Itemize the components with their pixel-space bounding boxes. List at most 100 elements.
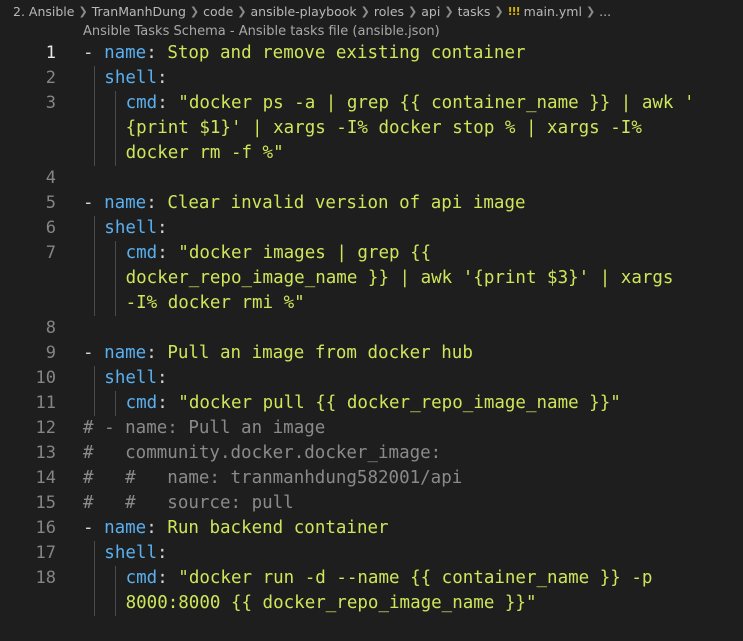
code-line[interactable]: 11 cmd: "docker pull {{ docker_repo_image… [0,391,743,416]
code-line[interactable]: 18 cmd: "docker run -d --name {{ containe… [0,566,743,591]
indent-guide [93,541,95,566]
breadcrumb-item-roles[interactable]: roles [374,4,404,19]
code-line[interactable]: 10 shell: [0,366,743,391]
chevron-right-icon: ❯ [360,4,370,18]
line-number: 3 [45,93,56,113]
indent-guide [93,116,95,141]
line-number: 10 [35,368,56,388]
indent-guide [93,241,95,266]
breadcrumb-item-tasks[interactable]: tasks [458,4,491,19]
code-line[interactable]: 13 # community.docker.docker_image: [0,441,743,466]
line-number: 6 [45,218,56,238]
code-line[interactable]: 8 [0,316,743,341]
indent-guide [114,566,116,591]
indent-guide [93,91,95,116]
line-number: 18 [35,568,56,588]
code-line[interactable]: 2 shell: [0,66,743,91]
indent-guide [93,366,95,391]
indent-guide [93,266,95,291]
code-line[interactable]: docker_repo_image_name }} | awk '{print … [0,266,743,291]
code-text: shell: [104,218,168,238]
code-editor[interactable]: 1 - name: Stop and remove existing contai… [0,41,743,616]
code-text: cmd: "docker ps -a | grep {{ container_n… [125,93,695,113]
indent-guide [93,566,95,591]
line-number: 14 [35,468,56,488]
indent-guide [93,141,95,166]
line-number: 1 [45,43,56,63]
indent-guide [93,591,95,616]
code-line[interactable]: 4 [0,166,743,191]
line-number: 9 [45,343,56,363]
line-number: 17 [35,543,56,563]
line-number: 5 [45,193,56,213]
breadcrumb-item-api[interactable]: api [421,4,440,19]
breadcrumb-item-tranmanhdung[interactable]: TranManhDung [92,4,186,19]
indent-guide [93,216,95,241]
line-number: 13 [35,443,56,463]
code-line[interactable]: 6 shell: [0,216,743,241]
indent-guide [93,391,95,416]
breadcrumb-item-ansible-playbook[interactable]: ansible-playbook [251,4,357,19]
line-number: 16 [35,518,56,538]
code-text: shell: [104,543,168,563]
code-text: # # source: pull [83,493,294,513]
breadcrumb-item-ansible[interactable]: 2. Ansible [13,4,74,19]
indent-guide [114,116,116,141]
chevron-right-icon: ❯ [585,4,596,18]
indent-guide [93,66,95,91]
line-number: 12 [35,418,56,438]
code-line[interactable]: 3 cmd: "docker ps -a | grep {{ container_… [0,91,743,116]
line-number: 11 [35,393,56,413]
chevron-right-icon: ❯ [78,4,88,18]
code-line[interactable]: -I% docker rmi %" [0,291,743,316]
line-number: 8 [45,318,56,338]
code-text: - name: Pull an image from docker hub [83,343,473,363]
line-number: 2 [45,68,56,88]
indent-guide [93,291,95,316]
code-line[interactable]: {print $1}' | xargs -I% docker stop % | … [0,116,743,141]
code-text: shell: [104,68,168,88]
indent-guide [114,591,116,616]
code-text: cmd: "docker pull {{ docker_repo_image_n… [125,393,621,413]
code-line[interactable]: 8000:8000 {{ docker_repo_image_name }}" [0,591,743,616]
schema-codelens[interactable]: Ansible Tasks Schema - Ansible tasks fil… [83,22,440,42]
indent-guide [114,241,116,266]
code-line[interactable]: 7 cmd: "docker images | grep {{ [0,241,743,266]
code-line[interactable]: 1 - name: Stop and remove existing contai… [0,41,743,66]
code-text: docker_repo_image_name }} | awk '{print … [125,268,674,288]
code-line[interactable]: 17 shell: [0,541,743,566]
line-number: 4 [45,168,56,188]
code-line[interactable]: 5 - name: Clear invalid version of api im… [0,191,743,216]
indent-guide [114,291,116,316]
code-line[interactable]: 16 - name: Run backend container [0,516,743,541]
code-text: {print $1}' | xargs -I% docker stop % | … [125,118,642,138]
code-text: 8000:8000 {{ docker_repo_image_name }}" [125,593,537,613]
code-line[interactable]: 15 # # source: pull [0,491,743,516]
yaml-icon: !!! [507,4,521,18]
code-text: cmd: "docker images | grep {{ [125,243,432,263]
breadcrumb-item-file[interactable]: main.yml [524,4,582,19]
indent-guide [114,391,116,416]
code-text: docker rm -f %" [125,143,284,163]
code-line[interactable]: docker rm -f %" [0,141,743,166]
code-line[interactable]: 12 # - name: Pull an image [0,416,743,441]
line-number: 7 [45,243,56,263]
code-text: cmd: "docker run -d --name {{ container_… [125,568,653,588]
chevron-right-icon: ❯ [444,4,454,18]
code-line[interactable]: 14 # # name: tranmanhdung582001/api [0,466,743,491]
code-text: -I% docker rmi %" [125,293,305,313]
indent-guide [114,141,116,166]
breadcrumb-item-code[interactable]: code [203,4,233,19]
code-text: # # name: tranmanhdung582001/api [83,468,463,488]
breadcrumb-more[interactable]: ... [599,4,611,19]
code-text: - name: Run backend container [83,518,389,538]
code-text: # community.docker.docker_image: [83,443,442,463]
code-line[interactable]: 9 - name: Pull an image from docker hub [0,341,743,366]
line-number: 15 [35,493,56,513]
indent-guide [114,266,116,291]
chevron-right-icon: ❯ [408,4,418,18]
code-text: shell: [104,368,168,388]
code-text: # - name: Pull an image [83,418,326,438]
code-text: - name: Stop and remove existing contain… [83,43,526,63]
chevron-right-icon: ❯ [189,4,200,18]
